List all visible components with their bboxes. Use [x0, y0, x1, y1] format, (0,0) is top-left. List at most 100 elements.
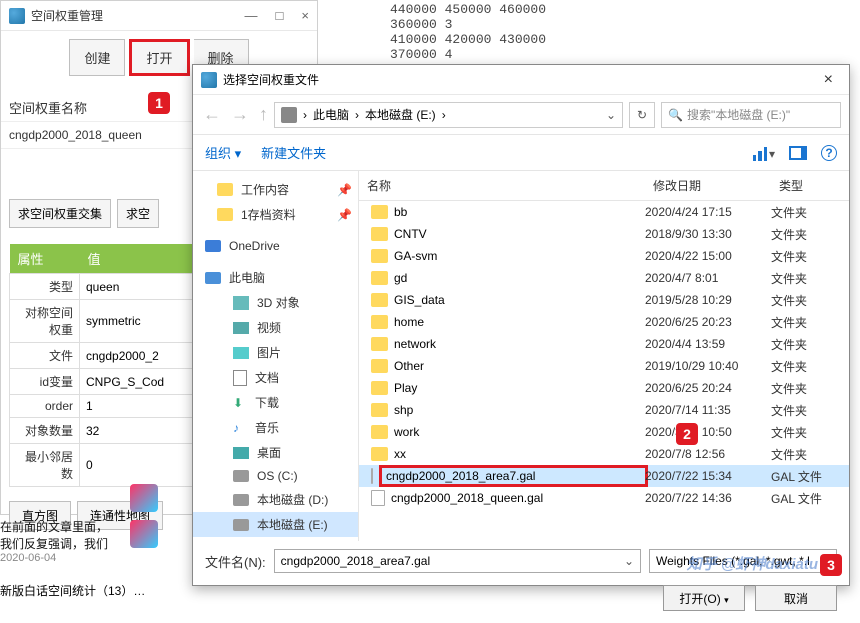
- watermark: 知乎 @虾神daxiatu: [687, 553, 818, 574]
- tree-desktop[interactable]: 桌面: [257, 444, 281, 461]
- article-title[interactable]: 新版白话空间统计（13）…: [0, 582, 145, 599]
- tree-drive-c[interactable]: OS (C:): [257, 469, 298, 483]
- organize-menu[interactable]: 组织 ▾: [205, 143, 241, 162]
- tree-onedrive[interactable]: OneDrive: [229, 239, 280, 253]
- folder-icon: [371, 249, 388, 263]
- file-row[interactable]: cngdp2000_2018_queen.gal2020/7/22 14:36G…: [359, 487, 849, 509]
- tree-work[interactable]: 工作内容: [241, 181, 289, 198]
- folder-icon: [371, 447, 388, 461]
- file-row[interactable]: xx2020/7/8 12:56文件夹: [359, 443, 849, 465]
- window-titlebar: 空间权重管理 — □ ×: [1, 1, 317, 31]
- file-row[interactable]: home2020/6/25 20:23文件夹: [359, 311, 849, 333]
- dialog-title: 选择空间权重文件: [223, 71, 319, 88]
- folder-icon: [371, 293, 388, 307]
- pin-icon: 📌: [337, 183, 352, 197]
- file-row[interactable]: GIS_data2019/5/28 10:29文件夹: [359, 289, 849, 311]
- tree-video[interactable]: 视频: [257, 319, 281, 336]
- nav-back-icon[interactable]: ←: [203, 104, 221, 125]
- folder-icon: [371, 403, 388, 417]
- file-row[interactable]: Other2019/10/29 10:40文件夹: [359, 355, 849, 377]
- nav-forward-icon[interactable]: →: [231, 104, 249, 125]
- help-icon[interactable]: ?: [821, 145, 837, 161]
- breadcrumb-sep: ›: [442, 108, 446, 122]
- nav-up-icon[interactable]: ↑: [259, 104, 268, 125]
- prop-key: 对象数量: [10, 418, 80, 444]
- folder-icon: [371, 271, 388, 285]
- tree-drive-e[interactable]: 本地磁盘 (E:): [257, 516, 328, 533]
- dialog-open-button[interactable]: 打开(O) ▾: [663, 585, 745, 611]
- dialog-icon: [201, 72, 217, 88]
- window-title: 空间权重管理: [31, 7, 103, 24]
- breadcrumb[interactable]: › 此电脑 › 本地磁盘 (E:) › ⌄: [274, 102, 623, 128]
- folder-tree[interactable]: 工作内容 📌 1存档资料 📌 OneDrive 此电脑 3D 对象 视频 图片 文档…: [193, 171, 359, 541]
- bg-numbers: 440000 450000 460000 360000 3 410000 420…: [390, 2, 546, 62]
- preview-pane-icon[interactable]: [789, 146, 807, 160]
- prop-key: 最小邻居数: [10, 444, 80, 487]
- file-row[interactable]: shp2020/7/14 11:35文件夹: [359, 399, 849, 421]
- prop-key: id变量: [10, 369, 80, 395]
- open-button[interactable]: 打开: [129, 39, 189, 76]
- file-list[interactable]: 名称 修改日期 类型 bb2020/4/24 17:15文件夹CNTV2018/…: [359, 171, 849, 541]
- column-type[interactable]: 类型: [771, 175, 831, 196]
- tree-thispc[interactable]: 此电脑: [229, 269, 265, 286]
- file-row[interactable]: cngdp2000_2018_area7.gal2020/7/22 15:34G…: [359, 465, 849, 487]
- article-date: 2020-06-04: [0, 552, 108, 564]
- create-button[interactable]: 创建: [69, 39, 125, 76]
- filename-input[interactable]: cngdp2000_2018_area7.gal⌄: [274, 549, 641, 573]
- breadcrumb-sep: ›: [355, 108, 359, 122]
- file-row[interactable]: Play2020/6/25 20:24文件夹: [359, 377, 849, 399]
- folder-icon: [371, 315, 388, 329]
- search-placeholder: 搜索"本地磁盘 (E:)": [687, 106, 790, 123]
- annotation-marker-3: 3: [820, 554, 842, 576]
- tree-drive-d[interactable]: 本地磁盘 (D:): [257, 491, 328, 508]
- column-date[interactable]: 修改日期: [645, 175, 771, 196]
- breadcrumb-pc[interactable]: 此电脑: [313, 106, 349, 123]
- file-row[interactable]: work2020/3/30 10:50文件夹: [359, 421, 849, 443]
- refresh-button[interactable]: ↻: [629, 102, 655, 128]
- prop-header-attr: 属性: [10, 244, 80, 274]
- file-row[interactable]: CNTV2018/9/30 13:30文件夹: [359, 223, 849, 245]
- new-folder-button[interactable]: 新建文件夹: [261, 143, 326, 162]
- pin-icon: 📌: [337, 208, 352, 222]
- folder-icon: [371, 205, 388, 219]
- view-mode-icon[interactable]: ▾: [753, 145, 775, 161]
- prop-key: 对称空间权重: [10, 300, 80, 343]
- other-op-button[interactable]: 求空: [117, 199, 159, 228]
- file-row[interactable]: network2020/4/4 13:59文件夹: [359, 333, 849, 355]
- file-icon: [371, 490, 385, 506]
- tree-3d[interactable]: 3D 对象: [257, 294, 300, 311]
- drive-icon: [281, 107, 297, 123]
- file-row[interactable]: GA-svm2020/4/22 15:00文件夹: [359, 245, 849, 267]
- intersect-button[interactable]: 求空间权重交集: [9, 199, 111, 228]
- prop-key: 文件: [10, 343, 80, 369]
- maximize-button[interactable]: □: [276, 8, 284, 23]
- folder-icon: [371, 337, 388, 351]
- breadcrumb-drive[interactable]: 本地磁盘 (E:): [365, 106, 436, 123]
- minimize-button[interactable]: —: [245, 8, 258, 23]
- article-thumb-icon: [130, 484, 158, 512]
- file-open-dialog: 选择空间权重文件 × ← → ↑ › 此电脑 › 本地磁盘 (E:) › ⌄ ↻…: [192, 64, 850, 586]
- article-line1: 在前面的文章里面，: [0, 518, 108, 535]
- chevron-down-icon[interactable]: ⌄: [606, 108, 616, 122]
- search-icon: 🔍: [668, 108, 683, 122]
- article-thumb-icon: [130, 520, 158, 548]
- breadcrumb-sep: ›: [303, 108, 307, 122]
- tree-pics[interactable]: 图片: [257, 344, 281, 361]
- filename-label: 文件名(N):: [205, 552, 266, 571]
- prop-key: 类型: [10, 274, 80, 300]
- file-row[interactable]: gd2020/4/7 8:01文件夹: [359, 267, 849, 289]
- folder-icon: [371, 381, 388, 395]
- tree-music[interactable]: 音乐: [255, 419, 279, 436]
- file-row[interactable]: bb2020/4/24 17:15文件夹: [359, 201, 849, 223]
- search-input[interactable]: 🔍 搜索"本地磁盘 (E:)": [661, 102, 841, 128]
- annotation-marker-2: 2: [676, 423, 698, 445]
- folder-icon: [371, 425, 388, 439]
- dialog-close-button[interactable]: ×: [816, 69, 841, 91]
- tree-docs[interactable]: 文档: [255, 369, 279, 386]
- column-name[interactable]: 名称: [359, 175, 645, 196]
- tree-downloads[interactable]: 下载: [255, 394, 279, 411]
- annotation-marker-1: 1: [148, 92, 170, 114]
- close-button[interactable]: ×: [301, 8, 309, 23]
- dialog-cancel-button[interactable]: 取消: [755, 585, 837, 611]
- tree-archive[interactable]: 1存档资料: [241, 206, 296, 223]
